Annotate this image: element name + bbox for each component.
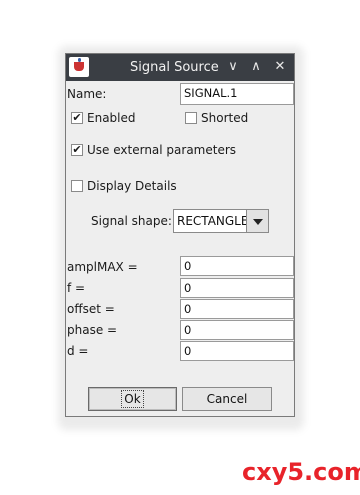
display-details-checkbox[interactable] xyxy=(71,180,83,192)
param-field-offset[interactable]: 0 xyxy=(180,299,294,319)
enabled-label: Enabled xyxy=(87,111,136,125)
shorted-label: Shorted xyxy=(201,111,249,125)
signal-shape-select[interactable]: RECTANGLE xyxy=(173,209,269,233)
param-label-amplmax: amplMAX = xyxy=(67,260,138,274)
chevron-up-icon[interactable]: ∧ xyxy=(247,58,265,76)
chevron-down-icon[interactable] xyxy=(246,210,268,232)
cancel-button[interactable]: Cancel xyxy=(182,387,272,411)
signal-source-dialog: Signal Source ∨ ∧ ✕ Name: SIGNAL.1 ✔ Ena… xyxy=(65,53,295,417)
java-cup-icon xyxy=(69,57,89,77)
param-label-offset: offset = xyxy=(67,302,115,316)
use-external-checkbox[interactable]: ✔ xyxy=(71,144,83,156)
enabled-checkbox[interactable]: ✔ xyxy=(71,112,83,124)
ok-button[interactable]: Ok xyxy=(88,387,177,411)
param-label-f: f = xyxy=(67,281,86,295)
shorted-checkbox[interactable] xyxy=(185,112,197,124)
param-label-phase: phase = xyxy=(67,323,118,337)
param-label-d: d = xyxy=(67,344,89,358)
chevron-down-icon[interactable]: ∨ xyxy=(224,58,242,76)
ok-button-label: Ok xyxy=(121,390,144,408)
param-field-f[interactable]: 0 xyxy=(180,278,294,298)
window-title: Signal Source xyxy=(130,60,219,75)
signal-shape-label: Signal shape: xyxy=(91,214,172,228)
param-field-amplmax[interactable]: 0 xyxy=(180,256,294,276)
watermark-text: cxy5.com xyxy=(242,458,360,486)
use-external-label: Use external parameters xyxy=(87,143,237,157)
name-label: Name: xyxy=(67,87,107,101)
display-details-label: Display Details xyxy=(87,179,177,193)
param-field-d[interactable]: 0 xyxy=(180,341,294,361)
title-bar[interactable]: Signal Source ∨ ∧ ✕ xyxy=(66,54,294,81)
close-icon[interactable]: ✕ xyxy=(271,58,289,76)
signal-shape-value: RECTANGLE xyxy=(177,214,249,228)
param-field-phase[interactable]: 0 xyxy=(180,320,294,340)
name-field[interactable]: SIGNAL.1 xyxy=(180,83,294,105)
